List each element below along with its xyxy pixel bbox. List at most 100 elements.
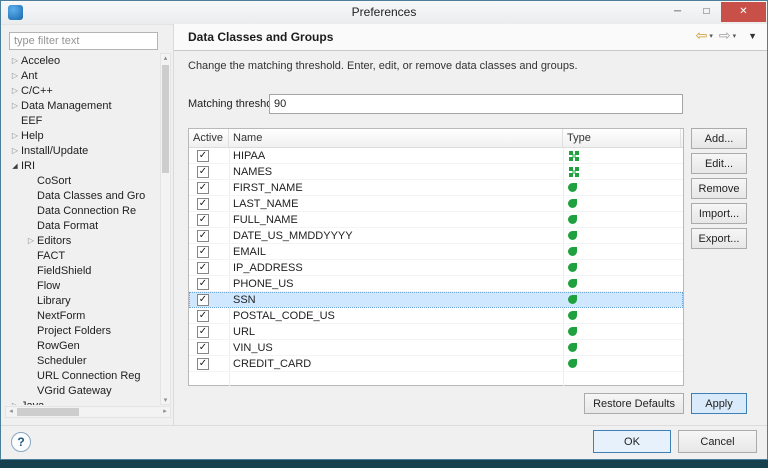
table-row-email[interactable]: ✓ EMAIL	[189, 244, 683, 260]
tree-item-nextform[interactable]: NextForm	[5, 308, 159, 323]
minimize-icon[interactable]: ─	[663, 2, 692, 22]
table-row-phone-us[interactable]: ✓ PHONE_US	[189, 276, 683, 292]
checkbox-checked[interactable]: ✓	[197, 293, 209, 306]
tree-item-help[interactable]: ▷ Help	[5, 128, 159, 143]
checkbox-checked[interactable]: ✓	[197, 245, 209, 258]
tree-item-data-connection-re[interactable]: Data Connection Re	[5, 203, 159, 218]
tree-item-cosort[interactable]: CoSort	[5, 173, 159, 188]
table-row-names[interactable]: ✓ NAMES	[189, 164, 683, 180]
vertical-scrollbar-thumb[interactable]	[162, 65, 169, 173]
tree-item-url-connection-reg[interactable]: URL Connection Reg	[5, 368, 159, 383]
checkbox-checked[interactable]: ✓	[197, 261, 209, 274]
tree-item-library[interactable]: Library	[5, 293, 159, 308]
tree-item-c-c[interactable]: ▷ C/C++	[5, 83, 159, 98]
checkbox-checked[interactable]: ✓	[197, 229, 209, 242]
expand-arrow-icon[interactable]: ▷	[9, 131, 21, 140]
forward-history-caret-icon[interactable]: ▾	[733, 32, 737, 40]
expand-arrow-icon[interactable]: ▷	[9, 401, 21, 405]
matching-threshold-input[interactable]	[269, 94, 683, 114]
ok-button[interactable]: OK	[593, 430, 671, 453]
checkbox-checked[interactable]: ✓	[197, 181, 209, 194]
tree-item-fact[interactable]: FACT	[5, 248, 159, 263]
scroll-up-icon[interactable]: ▴	[161, 54, 170, 62]
apply-button[interactable]: Apply	[691, 393, 747, 414]
tree-vertical-scrollbar[interactable]: ▴ ▾	[160, 53, 171, 405]
checkbox-checked[interactable]: ✓	[197, 165, 209, 178]
view-menu-icon[interactable]: ▼	[748, 31, 757, 41]
tree-item-ant[interactable]: ▷ Ant	[5, 68, 159, 83]
tree-item-data-classes-and-gro[interactable]: Data Classes and Gro	[5, 188, 159, 203]
table-row-hipaa[interactable]: ✓ HIPAA	[189, 148, 683, 164]
cancel-button[interactable]: Cancel	[678, 430, 757, 453]
cell-type	[563, 324, 681, 339]
export-button[interactable]: Export...	[691, 228, 747, 249]
maximize-icon[interactable]: □	[692, 2, 721, 22]
checkbox-checked[interactable]: ✓	[197, 325, 209, 338]
tree-item-java[interactable]: ▷Java	[5, 398, 159, 406]
tree-item-data-management[interactable]: ▷ Data Management	[5, 98, 159, 113]
checkbox-checked[interactable]: ✓	[197, 213, 209, 226]
cell-active: ✓	[189, 244, 229, 259]
table-row-full-name[interactable]: ✓ FULL_NAME	[189, 212, 683, 228]
back-icon[interactable]: ⇦	[696, 27, 708, 44]
filter-input[interactable]	[9, 32, 158, 50]
checkbox-checked[interactable]: ✓	[197, 357, 209, 370]
tree-horizontal-scrollbar[interactable]: ◂ ▸	[5, 406, 171, 418]
table-row-last-name[interactable]: ✓ LAST_NAME	[189, 196, 683, 212]
table-row-credit-card[interactable]: ✓ CREDIT_CARD	[189, 356, 683, 372]
scroll-left-icon[interactable]: ◂	[6, 407, 16, 417]
expand-arrow-icon[interactable]: ▷	[9, 56, 21, 65]
table-row-url[interactable]: ✓ URL	[189, 324, 683, 340]
tree-item-acceleo[interactable]: ▷ Acceleo	[5, 53, 159, 68]
table-row-ssn[interactable]: ✓ SSN	[189, 292, 683, 308]
forward-icon[interactable]: ⇨	[719, 27, 731, 44]
import-button[interactable]: Import...	[691, 203, 747, 224]
checkbox-checked[interactable]: ✓	[197, 309, 209, 322]
tree-item-eef[interactable]: EEF	[5, 113, 159, 128]
tree-item-vgrid-gateway[interactable]: VGrid Gateway	[5, 383, 159, 398]
horizontal-scrollbar-thumb[interactable]	[17, 408, 79, 416]
table-header[interactable]: Active Name Type	[189, 129, 683, 148]
dataclass-table-body: ✓ HIPAA ✓ NAMES ✓ FIRST_NAME ✓ LAST_NAME ✓ FULL_N…	[189, 148, 683, 386]
close-icon[interactable]: ✕	[721, 2, 766, 22]
expand-arrow-icon[interactable]: ▷	[9, 146, 21, 155]
checkbox-checked[interactable]: ✓	[197, 277, 209, 290]
tree-item-scheduler[interactable]: Scheduler	[5, 353, 159, 368]
tree-item-fieldshield[interactable]: FieldShield	[5, 263, 159, 278]
tree-item-iri[interactable]: ◢ IRI	[5, 158, 159, 173]
table-row-vin-us[interactable]: ✓ VIN_US	[189, 340, 683, 356]
preferences-dialog: Preferences ─ □ ✕ ▷Acceleo▷Ant▷C/C++▷Dat…	[0, 0, 768, 460]
sash-divider[interactable]	[173, 24, 174, 425]
column-header-active[interactable]: Active	[189, 129, 229, 147]
tree-item-install-update[interactable]: ▷ Install/Update	[5, 143, 159, 158]
expand-arrow-icon[interactable]: ▷	[9, 101, 21, 110]
table-row-postal-code-us[interactable]: ✓ POSTAL_CODE_US	[189, 308, 683, 324]
tree-item-project-folders[interactable]: Project Folders	[5, 323, 159, 338]
column-header-name[interactable]: Name	[229, 129, 563, 147]
checkbox-checked[interactable]: ✓	[197, 341, 209, 354]
table-row-first-name[interactable]: ✓ FIRST_NAME	[189, 180, 683, 196]
scroll-down-icon[interactable]: ▾	[161, 396, 170, 404]
table-row-date-us-mmddyyyy[interactable]: ✓ DATE_US_MMDDYYYY	[189, 228, 683, 244]
tree-item-flow[interactable]: Flow	[5, 278, 159, 293]
restore-defaults-button[interactable]: Restore Defaults	[584, 393, 684, 414]
expand-arrow-icon[interactable]: ▷	[9, 86, 21, 95]
expand-arrow-icon[interactable]: ▷	[9, 71, 21, 80]
edit-button[interactable]: Edit...	[691, 153, 747, 174]
checkbox-checked[interactable]: ✓	[197, 197, 209, 210]
remove-button[interactable]: Remove	[691, 178, 747, 199]
expand-arrow-icon[interactable]: ▷	[25, 236, 37, 245]
back-history-caret-icon[interactable]: ▾	[709, 32, 713, 40]
tree-item-data-format[interactable]: Data Format	[5, 218, 159, 233]
titlebar[interactable]: Preferences ─ □ ✕	[1, 1, 767, 25]
table-row-ip-address[interactable]: ✓ IP_ADDRESS	[189, 260, 683, 276]
collapse-arrow-icon[interactable]: ◢	[9, 162, 21, 170]
preferences-tree[interactable]: ▷ Acceleo ▷ Ant ▷ C/C++ ▷ Data Management EEF ▷ He…	[5, 53, 159, 406]
scroll-right-icon[interactable]: ▸	[160, 407, 170, 417]
checkbox-checked[interactable]: ✓	[197, 149, 209, 162]
tree-item-editors[interactable]: ▷ Editors	[5, 233, 159, 248]
column-header-type[interactable]: Type	[563, 129, 681, 147]
add-button[interactable]: Add...	[691, 128, 747, 149]
help-button[interactable]: ?	[11, 432, 31, 452]
tree-item-rowgen[interactable]: RowGen	[5, 338, 159, 353]
